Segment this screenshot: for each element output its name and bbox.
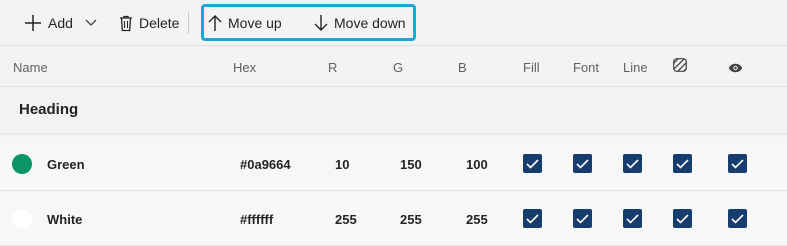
plus-icon bbox=[24, 14, 42, 32]
checkbox-line[interactable] bbox=[623, 209, 642, 228]
toolbar-divider bbox=[188, 12, 189, 34]
arrow-up-icon bbox=[208, 14, 222, 32]
color-hex: #0a9664 bbox=[240, 157, 291, 172]
checkbox-visible[interactable] bbox=[728, 154, 747, 173]
color-r: 255 bbox=[335, 212, 357, 227]
delete-button[interactable]: Delete bbox=[119, 0, 179, 46]
checkbox-pattern[interactable] bbox=[673, 209, 692, 228]
column-header-b: B bbox=[458, 60, 467, 75]
arrow-down-icon bbox=[314, 14, 328, 32]
move-down-button-label: Move down bbox=[334, 15, 406, 31]
column-header-r: R bbox=[328, 60, 338, 75]
trash-icon bbox=[119, 15, 133, 32]
column-header-g: G bbox=[393, 60, 404, 75]
checkbox-pattern[interactable] bbox=[673, 154, 692, 173]
delete-button-label: Delete bbox=[139, 15, 180, 31]
move-up-button[interactable]: Move up bbox=[208, 0, 282, 46]
checkbox-visible[interactable] bbox=[728, 209, 747, 228]
toolbar: Add Delete Move up Move down bbox=[0, 0, 787, 46]
table-row[interactable] bbox=[0, 137, 787, 191]
color-b: 255 bbox=[466, 212, 488, 227]
color-name: White bbox=[47, 212, 83, 227]
color-r: 10 bbox=[335, 157, 350, 172]
checkbox-font[interactable] bbox=[573, 209, 592, 228]
group-label: Heading bbox=[19, 101, 79, 118]
column-header-font: Font bbox=[573, 60, 600, 75]
add-button[interactable]: Add bbox=[24, 0, 97, 46]
color-hex: #ffffff bbox=[240, 212, 274, 227]
color-g: 150 bbox=[400, 157, 422, 172]
column-header-fill: Fill bbox=[523, 60, 540, 75]
pattern-icon bbox=[673, 58, 687, 77]
color-swatch bbox=[12, 154, 32, 174]
checkbox-fill[interactable] bbox=[523, 209, 542, 228]
column-header-line: Line bbox=[623, 60, 648, 75]
move-down-button[interactable]: Move down bbox=[314, 0, 406, 46]
color-g: 255 bbox=[400, 212, 422, 227]
column-header-name: Name bbox=[13, 60, 48, 75]
checkbox-font[interactable] bbox=[573, 154, 592, 173]
chevron-down-icon bbox=[85, 19, 97, 27]
eye-icon bbox=[728, 60, 743, 78]
group-row-heading[interactable] bbox=[0, 86, 787, 134]
move-up-button-label: Move up bbox=[228, 15, 282, 31]
table-row[interactable] bbox=[0, 192, 787, 246]
checkbox-fill[interactable] bbox=[523, 154, 542, 173]
column-header-hex: Hex bbox=[233, 60, 257, 75]
color-b: 100 bbox=[466, 157, 488, 172]
checkbox-line[interactable] bbox=[623, 154, 642, 173]
add-button-label: Add bbox=[48, 15, 73, 31]
color-swatch bbox=[12, 209, 32, 229]
color-name: Green bbox=[47, 157, 85, 172]
